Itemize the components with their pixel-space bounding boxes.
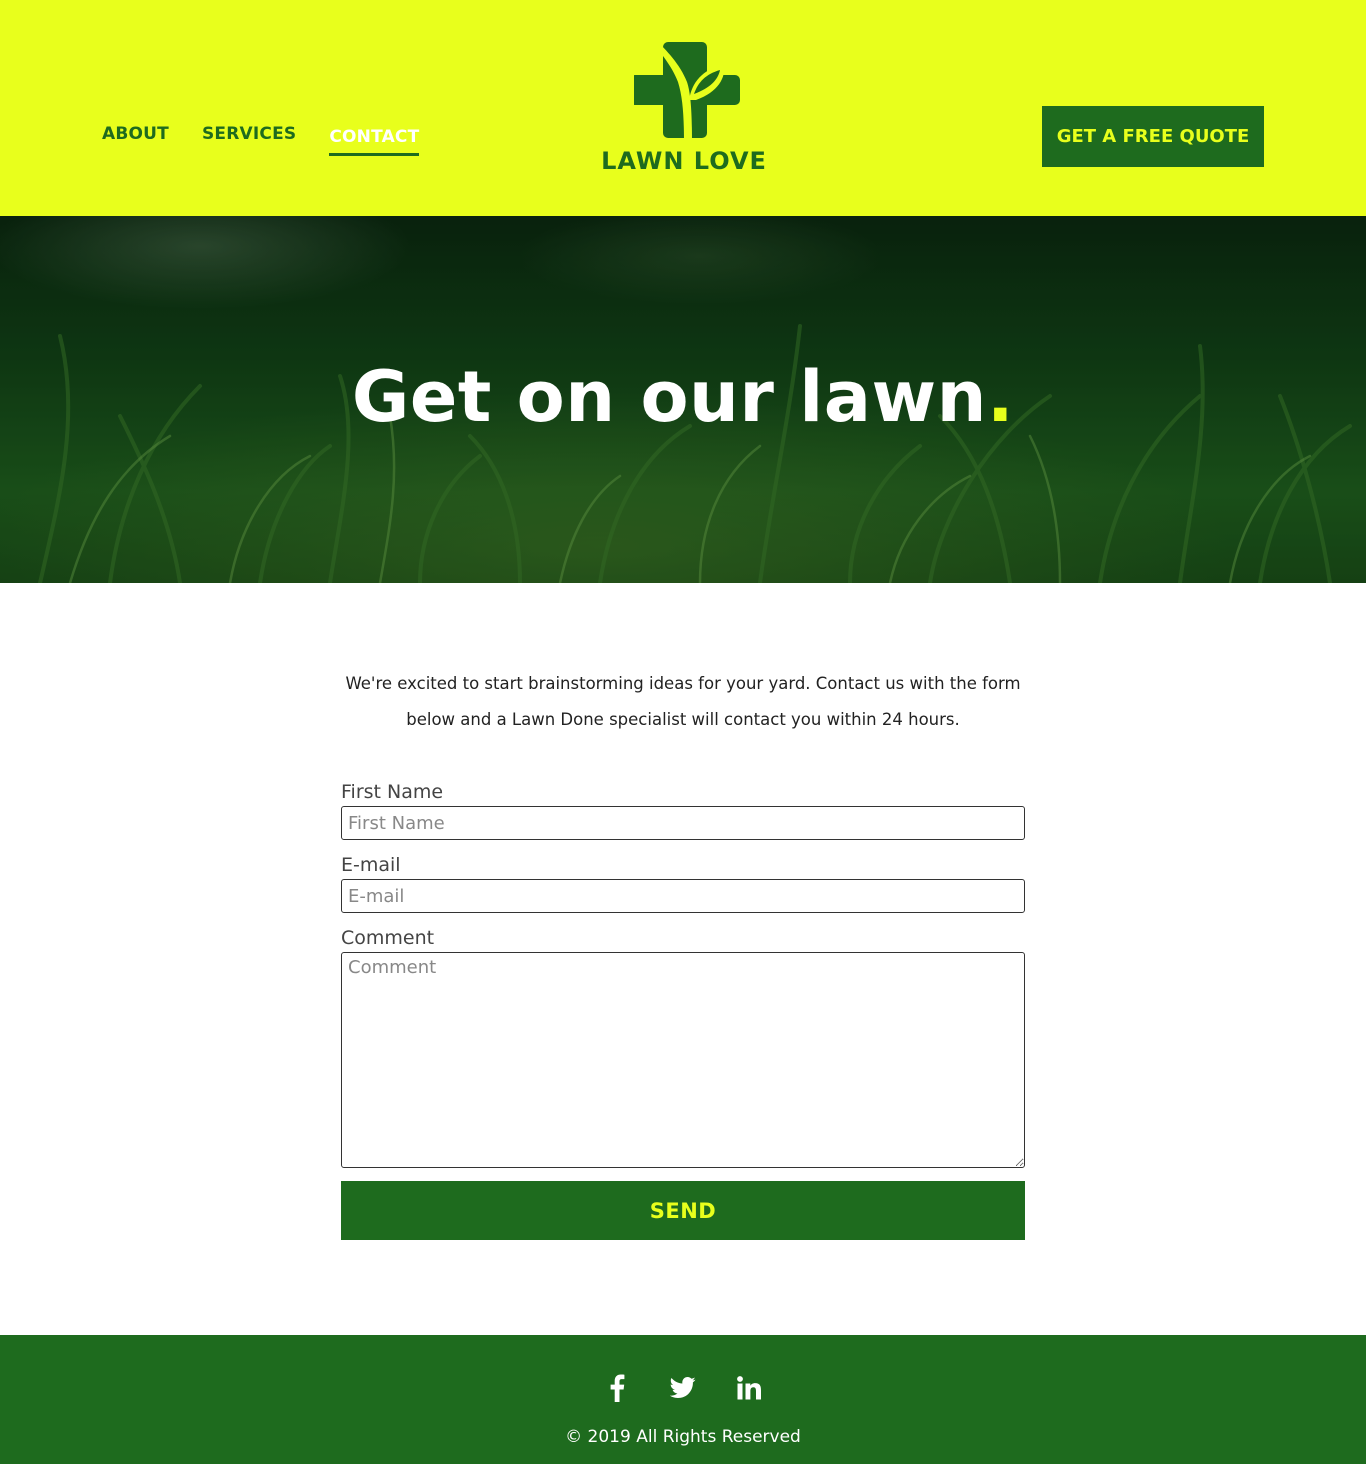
linkedin-icon[interactable] xyxy=(734,1373,764,1403)
main-nav: ABOUT SERVICES CONTACT xyxy=(102,124,452,156)
comment-label: Comment xyxy=(341,927,435,949)
logo[interactable]: LAWN LOVE xyxy=(596,38,772,178)
hero-banner: Get on our lawn. xyxy=(0,216,1366,583)
social-links xyxy=(0,1373,1366,1403)
email-input[interactable] xyxy=(341,879,1025,913)
hero-title: Get on our lawn. xyxy=(0,356,1366,438)
hero-title-accent: . xyxy=(987,356,1015,438)
copyright-text: © 2019 All Rights Reserved xyxy=(565,1427,801,1447)
site-header: ABOUT SERVICES CONTACT LAWN LOVE GET A F… xyxy=(0,0,1366,216)
comment-textarea[interactable] xyxy=(341,952,1025,1168)
hero-title-text: Get on our lawn xyxy=(351,356,987,438)
get-free-quote-button[interactable]: GET A FREE QUOTE xyxy=(1042,106,1264,167)
twitter-icon[interactable] xyxy=(668,1373,698,1403)
first-name-label: First Name xyxy=(341,781,444,803)
facebook-icon[interactable] xyxy=(602,1373,632,1403)
nav-item-contact[interactable]: CONTACT xyxy=(329,124,420,156)
first-name-input[interactable] xyxy=(341,806,1025,840)
logo-text: LAWN LOVE xyxy=(601,147,767,175)
cross-leaf-icon xyxy=(634,40,740,144)
site-footer: © 2019 All Rights Reserved xyxy=(0,1335,1366,1464)
nav-item-about[interactable]: ABOUT xyxy=(102,124,169,144)
email-label: E-mail xyxy=(341,854,401,876)
intro-paragraph: We're excited to start brainstorming ide… xyxy=(345,674,1021,729)
send-button[interactable]: SEND xyxy=(341,1181,1025,1240)
contact-form: First Name E-mail Comment SEND xyxy=(341,778,1025,1240)
nav-item-services[interactable]: SERVICES xyxy=(202,124,296,144)
